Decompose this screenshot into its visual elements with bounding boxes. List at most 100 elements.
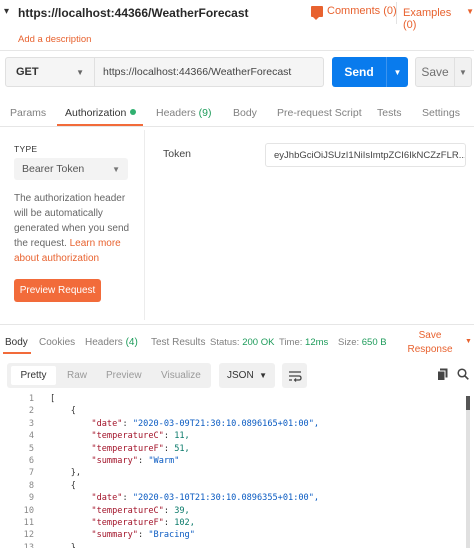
type-label: TYPE <box>14 144 38 154</box>
comments-link[interactable]: Comments (0) <box>311 5 397 20</box>
active-tab-underline <box>3 352 31 354</box>
header-divider <box>396 2 397 24</box>
json-value: 39, <box>174 505 190 516</box>
headers-count: (9) <box>198 107 212 119</box>
collapse-caret-icon[interactable]: ▾ <box>4 6 9 17</box>
method-select[interactable]: GET ▼ <box>5 57 95 87</box>
response-headers-count: (4) <box>125 337 138 348</box>
line-number: 2 <box>28 406 34 417</box>
code-line: [ <box>50 394 56 404</box>
code-line: "date": "2020-03-09T21:30:10.0896165+01:… <box>91 418 320 429</box>
size-label: Size: <box>338 337 360 348</box>
code-line: "summary": "Bracing" <box>91 530 195 541</box>
auth-help-text: The authorization header will be automat… <box>14 191 132 266</box>
json-key: "temperatureF" <box>91 518 164 528</box>
response-headers-label: Headers <box>85 337 123 348</box>
save-label: Save <box>421 65 449 79</box>
status-value: 200 OK <box>242 337 275 348</box>
line-number: 9 <box>28 493 34 504</box>
line-number: 4 <box>28 431 34 442</box>
code-line: "temperatureF": 51, <box>91 443 190 454</box>
chevron-down-icon: ▼ <box>112 164 120 174</box>
divider <box>0 126 474 127</box>
json-key: "summary" <box>91 456 138 466</box>
chevron-down-icon: ▼ <box>76 67 84 77</box>
response-tab-cookies[interactable]: Cookies <box>39 337 75 348</box>
wrap-icon <box>288 370 302 382</box>
json-value: "Bracing" <box>148 530 195 541</box>
code-line: }, <box>50 542 82 548</box>
json-key: "temperatureC" <box>91 431 164 442</box>
size-value: 650 B <box>361 337 387 348</box>
search-icon[interactable] <box>457 368 469 380</box>
json-key: "date" <box>91 493 123 504</box>
response-tab-test-results[interactable]: Test Results <box>151 337 205 348</box>
tab-params[interactable]: Params <box>10 107 46 119</box>
send-button[interactable]: Send ▼ <box>332 57 408 87</box>
divider <box>0 50 474 51</box>
save-response-button[interactable]: Save Response <box>398 329 462 357</box>
line-number: 11 <box>23 518 34 528</box>
line-number: 13 <box>23 542 34 548</box>
time-readout: Time: 12ms <box>279 337 328 348</box>
tab-body[interactable]: Body <box>233 107 257 119</box>
chevron-down-icon: ▼ <box>259 371 267 380</box>
line-number: 1 <box>28 394 34 404</box>
json-value: 11, <box>174 431 190 442</box>
divider <box>0 324 474 325</box>
json-value: "2020-03-10T21:30:10.0896355+01:00", <box>132 493 320 504</box>
tab-tests[interactable]: Tests <box>377 107 402 119</box>
chevron-down-icon[interactable]: ▼ <box>386 57 408 87</box>
request-title: https://localhost:44366/WeatherForecast <box>18 6 249 20</box>
examples-dropdown[interactable]: Examples (0) ▼ <box>403 7 474 31</box>
response-tab-body[interactable]: Body <box>5 337 28 348</box>
line-number: 5 <box>28 443 34 454</box>
code-line: "temperatureC": 39, <box>91 505 190 516</box>
language-value: JSON <box>227 370 254 381</box>
token-input[interactable]: eyJhbGciOiJSUzI1NiIsImtpZCI6IkNCZzFLR... <box>265 143 466 167</box>
panel-divider <box>144 130 145 320</box>
add-description-link[interactable]: Add a description <box>18 34 91 45</box>
format-pretty[interactable]: Pretty <box>11 366 56 385</box>
scrollbar-thumb[interactable] <box>466 396 470 410</box>
tab-headers-label: Headers <box>156 107 196 119</box>
tab-headers[interactable]: Headers (9) <box>156 107 211 119</box>
chevron-down-icon[interactable]: ▼ <box>465 338 472 345</box>
preview-request-button[interactable]: Preview Request <box>14 279 101 302</box>
format-preview[interactable]: Preview <box>106 370 142 381</box>
active-dot-icon <box>130 109 137 115</box>
auth-type-select[interactable]: Bearer Token ▼ <box>14 158 128 180</box>
url-input[interactable]: https://localhost:44366/WeatherForecast <box>95 57 324 87</box>
line-number: 12 <box>23 530 34 541</box>
auth-type-value: Bearer Token <box>22 163 85 175</box>
token-label: Token <box>163 148 192 160</box>
code-line: }, <box>50 468 82 479</box>
comments-label: Comments (0) <box>327 5 397 17</box>
format-visualize[interactable]: Visualize <box>161 370 201 381</box>
scrollbar-track[interactable] <box>466 396 470 548</box>
language-select[interactable]: JSON ▼ <box>219 363 275 388</box>
format-raw[interactable]: Raw <box>67 370 87 381</box>
code-line: "temperatureC": 11, <box>91 431 190 442</box>
method-value: GET <box>16 66 39 78</box>
response-tab-headers[interactable]: Headers (4) <box>85 337 138 348</box>
json-key: "temperatureC" <box>91 505 164 516</box>
tab-settings[interactable]: Settings <box>422 107 460 119</box>
comment-icon <box>311 5 323 20</box>
time-label: Time: <box>279 337 303 348</box>
code-line: { <box>50 406 76 417</box>
code-line: "summary": "Warm" <box>91 456 180 466</box>
save-button[interactable]: Save ▼ <box>415 57 472 87</box>
wrap-lines-button[interactable] <box>282 363 307 388</box>
code-line: { <box>50 480 76 491</box>
copy-icon[interactable] <box>437 368 448 381</box>
code-line: "temperatureF": 102, <box>91 518 195 528</box>
tab-prerequest-script[interactable]: Pre-request Script <box>277 107 362 119</box>
chevron-down-icon[interactable]: ▼ <box>454 58 471 86</box>
json-key: "summary" <box>91 530 138 541</box>
tab-authorization[interactable]: Authorization <box>65 107 137 119</box>
line-number: 7 <box>28 468 34 479</box>
line-number: 8 <box>28 480 34 491</box>
status-label: Status: <box>210 337 240 348</box>
json-value: 51, <box>174 443 190 454</box>
